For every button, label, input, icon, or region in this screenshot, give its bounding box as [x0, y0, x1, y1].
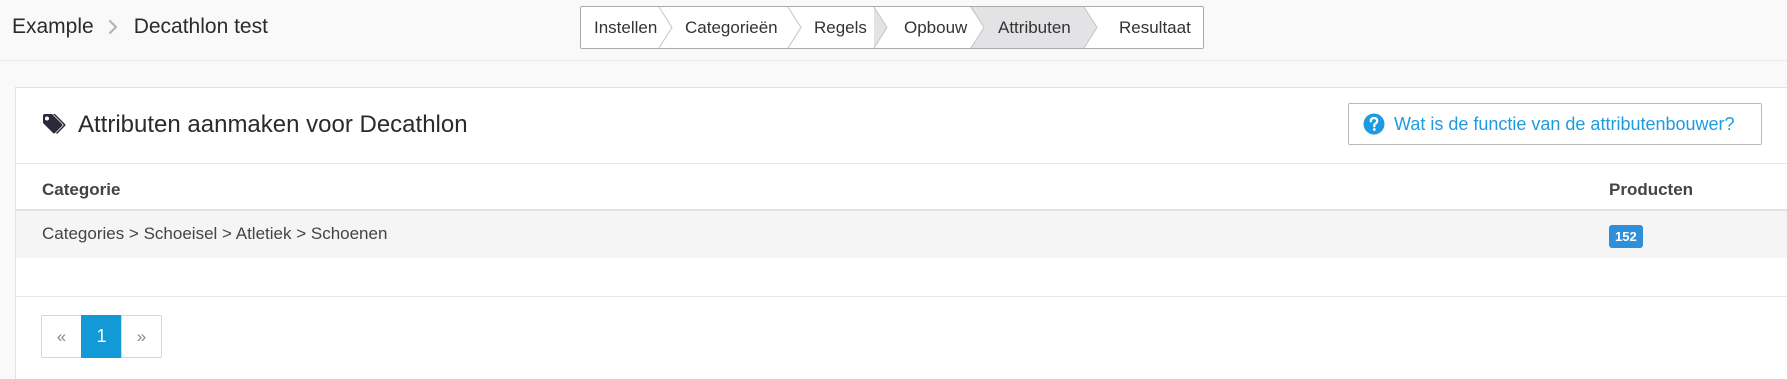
step-separator-icon: [873, 7, 888, 48]
wizard-step-label: Resultaat: [1119, 17, 1191, 37]
question-circle-icon: [1363, 113, 1385, 135]
step-separator-icon: [658, 7, 673, 48]
breadcrumb: Example Decathlon test: [12, 13, 268, 41]
breadcrumb-item-current: Decathlon test: [133, 15, 268, 38]
table-row[interactable]: Categories > Schoeisel > Atletiek > Scho…: [16, 211, 1787, 258]
pagination-next-button[interactable]: »: [121, 315, 162, 358]
step-separator-icon: [1083, 7, 1098, 48]
product-count-badge: 152: [1609, 225, 1643, 248]
tags-icon: [42, 114, 69, 136]
category-path: Categories > Schoeisel > Atletiek > Scho…: [42, 224, 388, 243]
wizard-step-label: Regels: [814, 17, 867, 37]
step-separator-icon: [787, 7, 802, 48]
help-button-label: Wat is de functie van de attributenbouwe…: [1394, 113, 1735, 134]
chevron-right-icon: [108, 19, 118, 35]
wizard-step-label: Attributen: [998, 17, 1071, 37]
divider: [16, 296, 1787, 297]
breadcrumb-item-example[interactable]: Example: [12, 15, 94, 39]
wizard-step-opbouw[interactable]: Opbouw: [887, 7, 985, 48]
wizard-step-regels[interactable]: Regels: [801, 7, 888, 48]
panel-header: Attributen aanmaken voor Decathlon Wat i…: [16, 88, 1787, 164]
top-bar: Example Decathlon test Instellen Categor…: [0, 0, 1787, 61]
wizard-step-categorieen[interactable]: Categorieën: [672, 7, 802, 48]
column-header-products[interactable]: Producten: [1609, 180, 1693, 200]
attributes-panel: Attributen aanmaken voor Decathlon Wat i…: [15, 87, 1787, 379]
column-header-category[interactable]: Categorie: [42, 180, 120, 200]
help-button[interactable]: Wat is de functie van de attributenbouwe…: [1348, 103, 1762, 145]
wizard-step-attributen[interactable]: Attributen: [984, 7, 1098, 48]
pagination-prev-button[interactable]: «: [41, 315, 82, 358]
table-header: Categorie Producten: [16, 165, 1787, 211]
wizard-step-label: Opbouw: [904, 17, 968, 37]
wizard-step-label: Instellen: [594, 17, 658, 37]
wizard-step-label: Categorieën: [685, 17, 778, 37]
page-title: Attributen aanmaken voor Decathlon: [42, 111, 468, 139]
wizard-steps: Instellen Categorieën Regels Opbouw Attr…: [580, 6, 1204, 49]
wizard-step-instellen[interactable]: Instellen: [581, 7, 673, 48]
pagination-page-1[interactable]: 1: [81, 315, 122, 358]
panel-title-text: Attributen aanmaken voor Decathlon: [78, 111, 468, 138]
wizard-step-resultaat[interactable]: Resultaat: [1097, 7, 1203, 48]
pagination: « 1 »: [41, 315, 162, 358]
step-separator-icon: [970, 7, 985, 48]
